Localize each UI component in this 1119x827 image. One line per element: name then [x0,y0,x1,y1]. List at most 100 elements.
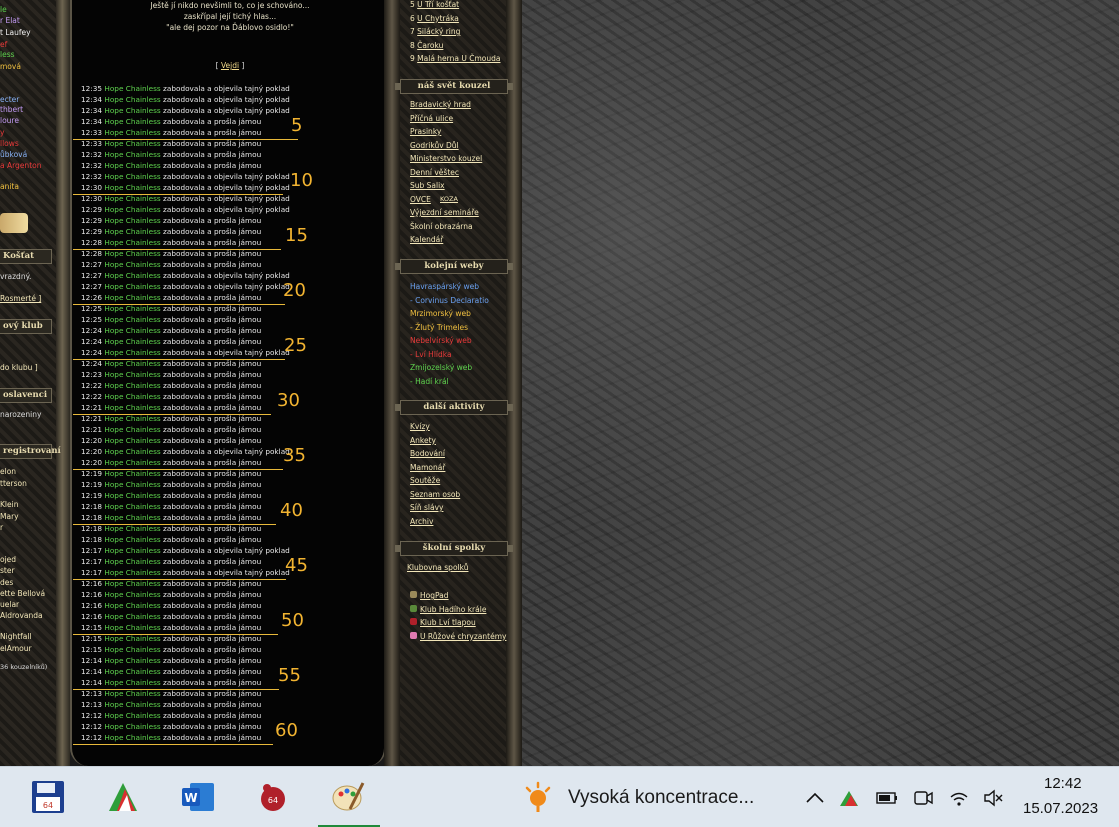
speaker-muted-icon[interactable] [982,787,1004,809]
nav-top-link[interactable]: U Chytráka [417,14,459,23]
nav-top-link[interactable]: Čaroku [417,41,443,50]
log-user-name[interactable]: Hope Chainless [104,656,160,665]
nav-top-item[interactable]: 6 U Chytráka [410,14,459,23]
log-user-name[interactable]: Hope Chainless [104,546,160,555]
house-web-link[interactable]: - Lví Hlídka [410,350,452,359]
club-link[interactable]: Klub Hadího krále [410,604,486,614]
registered-user[interactable]: elAmour [0,644,32,653]
log-user-name[interactable]: Hope Chainless [104,392,160,401]
house-web-link[interactable]: Zmijozelský web [410,363,472,372]
registered-user[interactable]: Klein [0,500,18,509]
nav-link-svet[interactable]: Kalendář [410,235,443,244]
left-user-name[interactable]: mová [0,62,21,71]
nav-link-aktivity[interactable]: Archiv [410,517,433,526]
nav-link-svet[interactable]: Prasinky [410,127,441,136]
log-user-name[interactable]: Hope Chainless [104,271,160,280]
nav-link-svet[interactable]: Godrikův Důl [410,141,459,150]
registered-user[interactable]: tterson [0,479,27,488]
log-user-name[interactable]: Hope Chainless [104,689,160,698]
registered-user[interactable]: Nightfall [0,632,32,641]
app-icon-green-red[interactable] [105,779,141,815]
house-web-link[interactable]: Havraspárský web [410,282,479,291]
nav-link-svet[interactable]: Bradavický hrad [410,100,471,109]
nav-link-aktivity[interactable]: Kvízy [410,422,430,431]
log-user-name[interactable]: Hope Chainless [104,425,160,434]
registered-user[interactable]: Aldrovanda [0,611,43,620]
nav-link-svet[interactable]: KOZA [440,195,458,203]
registered-user[interactable]: Mary [0,512,19,521]
log-user-name[interactable]: Hope Chainless [104,249,160,258]
log-user-name[interactable]: Hope Chainless [104,128,160,137]
log-user-name[interactable]: Hope Chainless [104,447,160,456]
log-user-name[interactable]: Hope Chainless [104,513,160,522]
log-user-name[interactable]: Hope Chainless [104,469,160,478]
club-link[interactable]: Klub Lví tlapou [410,618,476,627]
left-user-name[interactable]: anita [0,182,19,191]
club-link[interactable]: U Růžové chryzantémy [410,631,506,641]
nav-top-link[interactable]: U Tří košťat [417,0,459,9]
log-user-name[interactable]: Hope Chainless [104,722,160,731]
house-web-link[interactable]: - Žlutý Trimeles [410,323,468,332]
left-user-name[interactable]: y [0,128,4,137]
weather-status[interactable]: Vysoká koncentrace... [568,787,754,809]
left-user-name[interactable]: a Argenton [0,161,41,170]
log-user-name[interactable]: Hope Chainless [104,315,160,324]
nav-top-item[interactable]: 8 Čaroku [410,41,443,50]
log-user-name[interactable]: Hope Chainless [104,117,160,126]
nav-link-svet[interactable]: Školní obrazárna [410,222,473,231]
log-user-name[interactable]: Hope Chainless [104,590,160,599]
log-user-name[interactable]: Hope Chainless [104,612,160,621]
registered-user[interactable]: ster [0,566,15,575]
network-app-tray-icon[interactable] [838,787,860,809]
battery-icon[interactable] [876,787,898,809]
clock-time[interactable]: 12:42 [1044,775,1082,792]
log-user-name[interactable]: Hope Chainless [104,414,160,423]
enter-link[interactable]: Vejdi [221,61,239,70]
log-user-name[interactable]: Hope Chainless [104,348,160,357]
registered-user[interactable]: uelar [0,600,19,609]
house-web-link[interactable]: - Hadí král [410,377,449,386]
house-web-link[interactable]: Mrzimorský web [410,309,471,318]
clock-date[interactable]: 15.07.2023 [1023,800,1098,817]
log-user-name[interactable]: Hope Chainless [104,139,160,148]
log-user-name[interactable]: Hope Chainless [104,436,160,445]
nav-link-svet[interactable]: Ministerstvo kouzel [410,154,482,163]
chevron-up-icon[interactable] [804,787,826,809]
log-user-name[interactable]: Hope Chainless [104,216,160,225]
nav-top-link[interactable]: Silácký ring [417,27,460,36]
registered-user[interactable]: ette Bellová [0,589,45,598]
log-user-name[interactable]: Hope Chainless [104,304,160,313]
left-user-name[interactable]: less [0,50,15,59]
nav-link-svet[interactable]: OVCE [410,195,431,204]
log-user-name[interactable]: Hope Chainless [104,370,160,379]
log-user-name[interactable]: Hope Chainless [104,95,160,104]
left-user-name[interactable]: le [0,5,7,14]
nav-link-svet[interactable]: Výjezdní semináře [410,208,479,217]
nav-link-aktivity[interactable]: Síň slávy [410,503,443,512]
log-user-name[interactable]: Hope Chainless [104,700,160,709]
log-user-name[interactable]: Hope Chainless [104,601,160,610]
registered-user[interactable]: des [0,578,13,587]
left-user-name[interactable]: thbert [0,105,23,114]
log-user-name[interactable]: Hope Chainless [104,183,160,192]
log-user-name[interactable]: Hope Chainless [104,172,160,181]
log-user-name[interactable]: Hope Chainless [104,282,160,291]
house-web-link[interactable]: - Corvinus Declaratio [410,296,489,305]
nav-link-aktivity[interactable]: Seznam osob [410,490,460,499]
camera-icon[interactable] [912,787,934,809]
log-user-name[interactable]: Hope Chainless [104,161,160,170]
log-user-name[interactable]: Hope Chainless [104,535,160,544]
log-user-name[interactable]: Hope Chainless [104,491,160,500]
log-user-name[interactable]: Hope Chainless [104,557,160,566]
log-user-name[interactable]: Hope Chainless [104,524,160,533]
registered-user[interactable]: r [0,523,3,532]
rosmerte-link[interactable]: Rosmerté ] [0,294,41,303]
club-link[interactable]: HogPad [410,591,449,600]
log-user-name[interactable]: Hope Chainless [104,359,160,368]
klub-link[interactable]: do klubu ] [0,363,38,372]
log-user-name[interactable]: Hope Chainless [104,568,160,577]
nav-top-item[interactable]: 9 Malá herna U Čmouda [410,54,500,63]
left-user-name[interactable]: loure [0,116,19,125]
log-user-name[interactable]: Hope Chainless [104,238,160,247]
nav-link-aktivity[interactable]: Mamonář [410,463,445,472]
